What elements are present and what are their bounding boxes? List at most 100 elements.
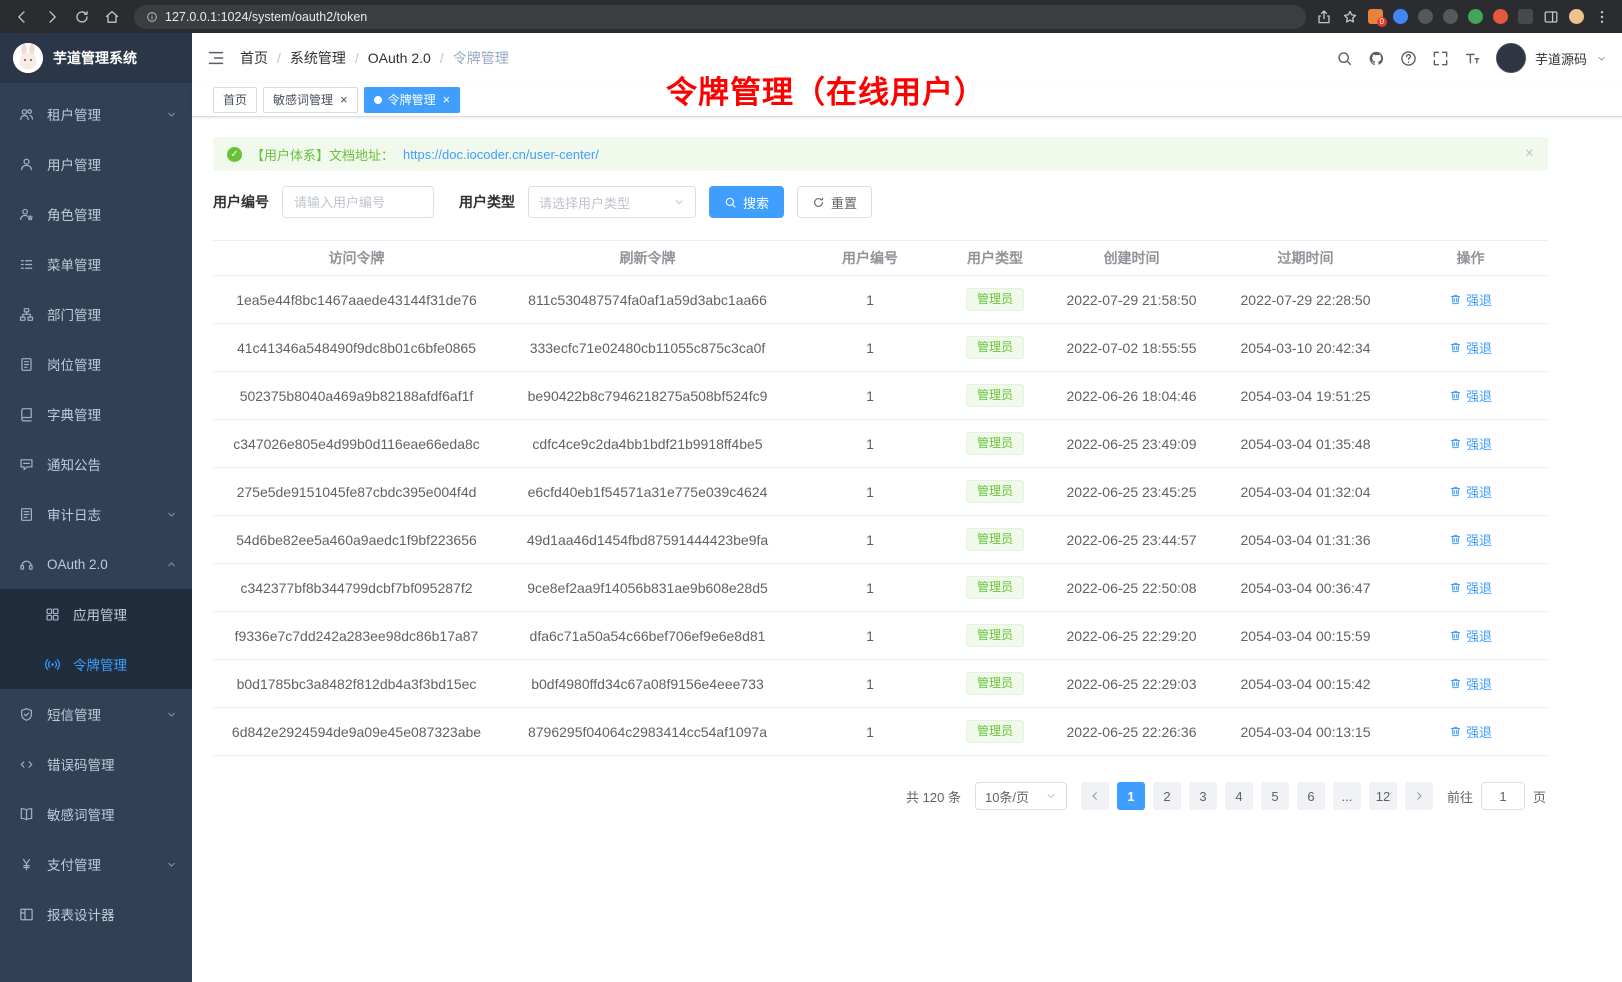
sidebar-item[interactable]: 审计日志: [0, 489, 192, 539]
alert-close-x[interactable]: ×: [1525, 146, 1534, 162]
sidebar-item[interactable]: 通知公告: [0, 439, 192, 489]
navbar-tools: 芋道源码: [1336, 43, 1607, 73]
extension-orange[interactable]: 0: [1368, 9, 1383, 24]
user-avatar[interactable]: [1496, 43, 1526, 73]
sidebar-item[interactable]: 用户管理: [0, 139, 192, 189]
page-button[interactable]: 5: [1261, 782, 1289, 810]
user-type-cell: 管理员: [945, 480, 1045, 504]
sidebar-item[interactable]: 应用管理: [0, 589, 192, 639]
force-logout-button[interactable]: 强退: [1449, 338, 1492, 357]
sidebar-item[interactable]: 租户管理: [0, 89, 192, 139]
force-logout-button[interactable]: 强退: [1449, 434, 1492, 453]
sidebar-fold-icon[interactable]: [207, 49, 225, 67]
fontsize-icon[interactable]: [1464, 50, 1481, 67]
force-logout-button[interactable]: 强退: [1449, 290, 1492, 309]
sensitive-icon: [19, 807, 34, 822]
sidebar-item[interactable]: 角色管理: [0, 189, 192, 239]
url-bar[interactable]: 127.0.0.1:1024/system/oauth2/token: [134, 5, 1306, 29]
page-button[interactable]: 12: [1369, 782, 1397, 810]
sidebar-item[interactable]: 错误码管理: [0, 739, 192, 789]
page-button[interactable]: 3: [1189, 782, 1217, 810]
back-icon[interactable]: [14, 9, 30, 25]
sidebar-item[interactable]: 敏感词管理: [0, 789, 192, 839]
next-page-button[interactable]: [1405, 782, 1433, 810]
force-logout-button[interactable]: 强退: [1449, 578, 1492, 597]
user-type-label: 用户类型: [459, 192, 515, 212]
force-logout-button[interactable]: 强退: [1449, 674, 1492, 693]
page-button[interactable]: 1: [1117, 782, 1145, 810]
page-button[interactable]: 6: [1297, 782, 1325, 810]
tab-close-x[interactable]: ×: [340, 93, 348, 106]
extension-red[interactable]: [1493, 9, 1508, 24]
table-row: 1ea5e44f8bc1467aaede43144f31de76811c5304…: [213, 276, 1548, 324]
search-icon[interactable]: [1336, 50, 1353, 67]
forward-icon[interactable]: [44, 9, 60, 25]
split-icon[interactable]: [1543, 9, 1559, 25]
tab-close-x[interactable]: ×: [443, 93, 451, 106]
page-button[interactable]: 4: [1225, 782, 1253, 810]
browser-profile-avatar[interactable]: [1569, 9, 1584, 24]
force-logout-button[interactable]: 强退: [1449, 530, 1492, 549]
extension-blue[interactable]: [1393, 9, 1408, 24]
extension-square[interactable]: [1518, 9, 1533, 24]
doc-link[interactable]: https://doc.iocoder.cn/user-center/: [403, 147, 599, 162]
breadcrumb-item[interactable]: 首页: [240, 48, 268, 68]
search-button[interactable]: 搜索: [709, 186, 784, 218]
token-table: 访问令牌刷新令牌用户编号用户类型创建时间过期时间操作 1ea5e44f8bc14…: [213, 240, 1548, 756]
star-icon[interactable]: [1342, 9, 1358, 25]
sidebar-item[interactable]: 支付管理: [0, 839, 192, 889]
prev-page-button[interactable]: [1081, 782, 1109, 810]
column-header: 操作: [1393, 248, 1548, 268]
kebab-icon[interactable]: [1594, 9, 1610, 25]
delete-icon: [1449, 389, 1462, 402]
reload-icon[interactable]: [74, 9, 90, 25]
force-logout-button[interactable]: 强退: [1449, 386, 1492, 405]
sidebar-item[interactable]: 部门管理: [0, 289, 192, 339]
create-time-cell: 2022-06-25 23:44:57: [1045, 532, 1218, 548]
force-logout-button[interactable]: 强退: [1449, 722, 1492, 741]
sidebar-item[interactable]: 短信管理: [0, 689, 192, 739]
github-icon[interactable]: [1368, 50, 1385, 67]
home-icon[interactable]: [104, 9, 120, 25]
create-time-cell: 2022-06-25 23:49:09: [1045, 436, 1218, 452]
tab-item[interactable]: 首页: [213, 87, 257, 113]
page-size-select[interactable]: 10条/页: [975, 782, 1067, 810]
breadcrumb-item[interactable]: 系统管理: [290, 48, 346, 68]
page-button[interactable]: 2: [1153, 782, 1181, 810]
action-cell: 强退: [1393, 530, 1548, 549]
sidebar-item[interactable]: 字典管理: [0, 389, 192, 439]
force-logout-button[interactable]: 强退: [1449, 482, 1492, 501]
user-type-tag: 管理员: [966, 720, 1024, 744]
sidebar-item[interactable]: 报表设计器: [0, 889, 192, 939]
chevron-down-icon: [673, 196, 685, 208]
question-icon[interactable]: [1400, 50, 1417, 67]
chevron-down-icon[interactable]: [1596, 53, 1607, 64]
user-type-tag: 管理员: [966, 576, 1024, 600]
chevron-down-icon: [166, 859, 177, 870]
sidebar-item[interactable]: OAuth 2.0: [0, 539, 192, 589]
extension-dark-1[interactable]: [1418, 9, 1433, 24]
more-pages-button[interactable]: ...: [1333, 782, 1361, 810]
user-type-select[interactable]: 请选择用户类型: [528, 186, 696, 218]
reset-button[interactable]: 重置: [797, 186, 872, 218]
goto-page-input[interactable]: [1481, 782, 1525, 810]
breadcrumb-item[interactable]: OAuth 2.0: [368, 50, 431, 66]
user-id-input[interactable]: [282, 186, 434, 218]
share-icon[interactable]: [1316, 9, 1332, 25]
extension-green[interactable]: [1468, 9, 1483, 24]
tab-item[interactable]: 令牌管理×: [364, 87, 461, 113]
info-icon[interactable]: [146, 11, 158, 23]
user-id-cell: 1: [795, 628, 945, 644]
tab-item[interactable]: 敏感词管理×: [263, 87, 358, 113]
fullscreen-icon[interactable]: [1432, 50, 1449, 67]
sidebar-item[interactable]: 岗位管理: [0, 339, 192, 389]
user-type-cell: 管理员: [945, 672, 1045, 696]
force-logout-button[interactable]: 强退: [1449, 626, 1492, 645]
extension-dark-2[interactable]: [1443, 9, 1458, 24]
access-token-cell: b0d1785bc3a8482f812db4a3f3bd15ec: [213, 676, 500, 692]
app-logo[interactable]: 芋道管理系统: [0, 33, 192, 83]
sidebar-item[interactable]: 令牌管理: [0, 639, 192, 689]
sidebar-item[interactable]: 菜单管理: [0, 239, 192, 289]
sidebar-item-label: 短信管理: [47, 704, 101, 724]
app-title: 芋道管理系统: [53, 48, 137, 68]
